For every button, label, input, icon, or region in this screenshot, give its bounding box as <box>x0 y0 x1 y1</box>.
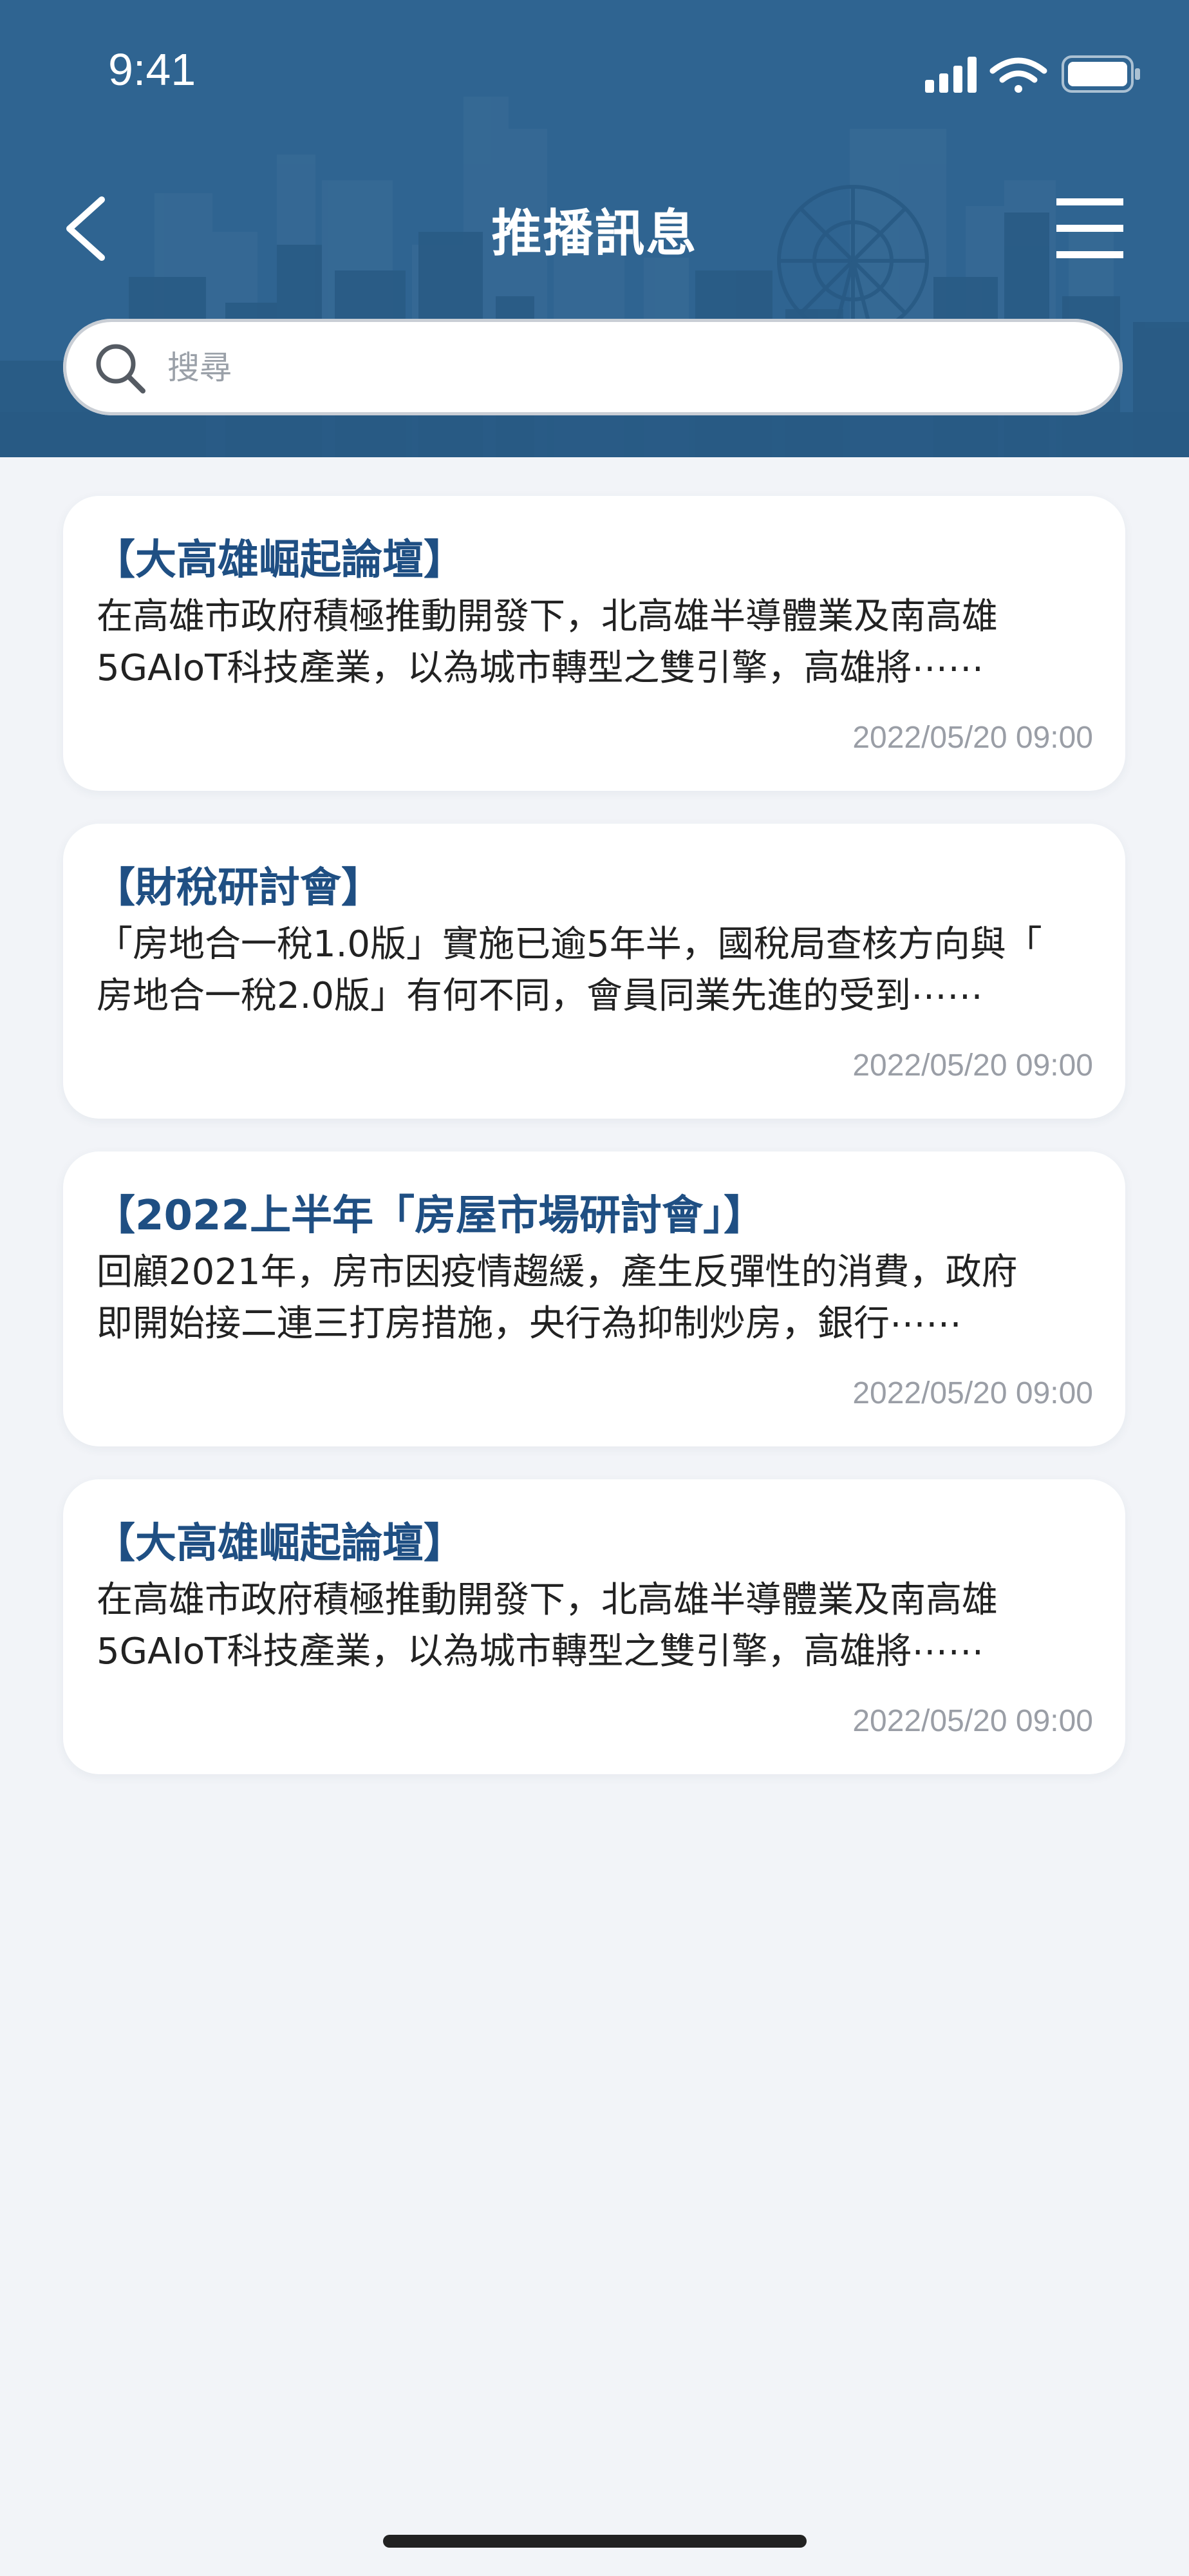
message-preview-line: 回顧2021年，房市因疫情趨緩，產生反彈性的消費，政府 <box>97 1251 1018 1293</box>
message-preview: 回顧2021年，房市因疫情趨緩，產生反彈性的消費，政府 即開始接二連三打房措施，… <box>97 1247 1094 1350</box>
message-preview-line: 房地合一稅2.0版」有何不同，會員同業先進的受到⋯⋯ <box>97 975 984 1017</box>
message-title: 【大高雄崛起論壇】 <box>94 536 465 584</box>
status-time: 9:41 <box>108 44 196 95</box>
hamburger-menu-icon <box>1056 198 1123 258</box>
message-timestamp: 2022/05/20 09:00 <box>852 1376 1093 1410</box>
battery-icon <box>1062 55 1140 93</box>
message-title: 【財稅研討會】 <box>94 864 382 912</box>
message-card[interactable]: 【大高雄崛起論壇】 在高雄市政府積極推動開發下，北高雄半導體業及南高雄 5GAI… <box>63 1479 1125 1774</box>
message-card[interactable]: 【2022上半年「房屋市場研討會」】 回顧2021年，房市因疫情趨緩，產生反彈性… <box>63 1151 1125 1446</box>
page-title: 推播訊息 <box>491 205 698 263</box>
search-icon <box>96 344 145 393</box>
message-preview-line: 即開始接二連三打房措施，央行為抑制炒房，銀行⋯⋯ <box>97 1303 962 1345</box>
message-timestamp: 2022/05/20 09:00 <box>852 721 1093 755</box>
message-preview-line: 「房地合一稅1.0版」實施已逾5年半，國稅局查核方向與「 <box>97 923 1042 965</box>
message-preview: 在高雄市政府積極推動開發下，北高雄半導體業及南高雄 5GAIoT科技產業，以為城… <box>97 1575 1094 1678</box>
message-preview-line: 5GAIoT科技產業，以為城市轉型之雙引擎，高雄將⋯⋯ <box>97 1631 984 1672</box>
message-card[interactable]: 【大高雄崛起論壇】 在高雄市政府積極推動開發下，北高雄半導體業及南高雄 5GAI… <box>63 496 1125 791</box>
menu-button[interactable] <box>1054 193 1131 264</box>
wifi-icon <box>989 57 1047 93</box>
message-card[interactable]: 【財稅研討會】 「房地合一稅1.0版」實施已逾5年半，國稅局查核方向與「 房地合… <box>63 824 1125 1119</box>
message-title: 【大高雄崛起論壇】 <box>94 1520 465 1567</box>
status-icons <box>925 55 1140 93</box>
search-bar[interactable] <box>63 319 1123 415</box>
message-preview-line: 在高雄市政府積極推動開發下，北高雄半導體業及南高雄 <box>97 1579 998 1621</box>
message-timestamp: 2022/05/20 09:00 <box>852 1048 1093 1083</box>
home-indicator[interactable] <box>383 2535 807 2548</box>
message-timestamp: 2022/05/20 09:00 <box>852 1704 1093 1738</box>
message-preview: 「房地合一稅1.0版」實施已逾5年半，國稅局查核方向與「 房地合一稅2.0版」有… <box>97 919 1094 1022</box>
message-list: 【大高雄崛起論壇】 在高雄市政府積極推動開發下，北高雄半導體業及南高雄 5GAI… <box>63 496 1125 1807</box>
message-preview-line: 5GAIoT科技產業，以為城市轉型之雙引擎，高雄將⋯⋯ <box>97 647 984 689</box>
header: 9:41 推播訊息 <box>0 0 1189 457</box>
message-preview-line: 在高雄市政府積極推動開發下，北高雄半導體業及南高雄 <box>97 596 998 638</box>
message-title: 【2022上半年「房屋市場研討會」】 <box>94 1192 765 1240</box>
search-input[interactable] <box>166 338 1070 397</box>
message-preview: 在高雄市政府積極推動開發下，北高雄半導體業及南高雄 5GAIoT科技產業，以為城… <box>97 591 1094 694</box>
cellular-signal-icon <box>925 57 977 93</box>
